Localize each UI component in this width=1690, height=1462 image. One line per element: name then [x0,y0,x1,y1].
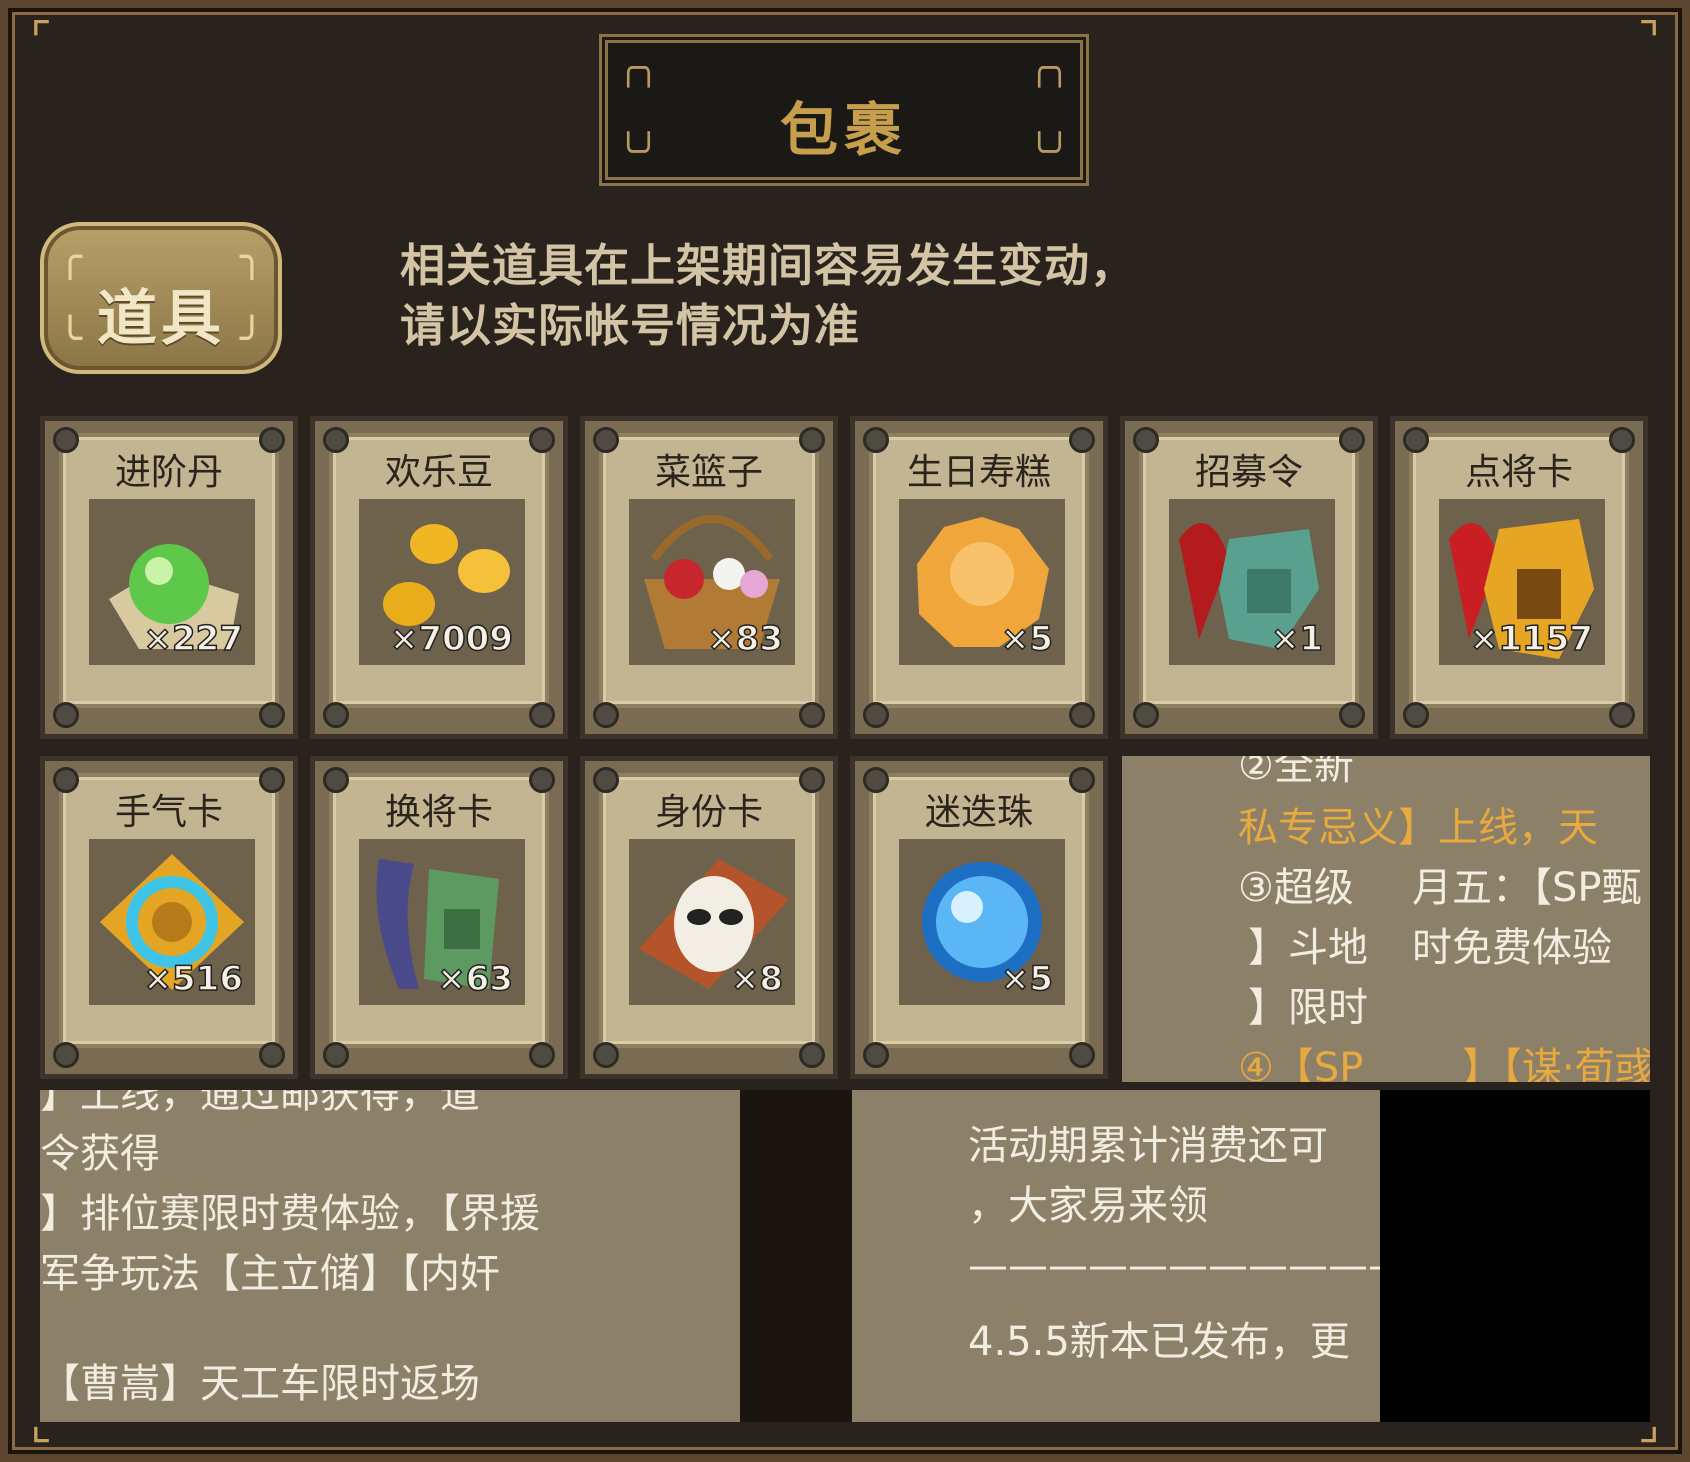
item-count: ×83 [706,618,783,660]
item-name: 手气卡 [114,792,223,833]
fragment-line: 私专忌义】上线，天 [1238,805,1598,851]
fragment-line: 令获得 [40,1131,160,1177]
swap-card-icon: ×63 [359,839,525,1005]
frame-stud-icon [323,1042,349,1068]
frame-stud-icon [259,702,285,728]
frame-stud-icon [323,702,349,728]
frame-stud-icon [529,702,555,728]
item-card[interactable]: 迷迭珠 ×5 [850,756,1108,1079]
fragment-line: 时免费体验 [1412,925,1612,971]
item-count: ×227 [143,618,244,660]
frame-stud-icon [1403,702,1429,728]
item-name: 进阶丹 [114,452,223,493]
scroll-ornament-icon: ╭╮ [618,48,659,88]
notice-text: 相关道具在上架期间容易发生变动， 请以实际帐号情况为准 [400,236,1136,356]
item-name: 菜篮子 [654,452,763,493]
frame-stud-icon [593,702,619,728]
general-card-icon: ×1157 [1439,499,1605,665]
frame-stud-icon [1069,702,1095,728]
item-name: 生日寿糕 [906,452,1051,493]
overlay-text-fragment: 】上线，通过邮获得，道 令获得 】排位赛限时费体验，【界援 军争玩法【主立储】【… [40,1090,740,1422]
luck-card-icon: ×516 [89,839,255,1005]
notice-line: 相关道具在上架期间容易发生变动， [400,239,1137,292]
frame-stud-icon [53,702,79,728]
item-count: ×1 [1270,618,1324,660]
blue-pearl-icon: ×5 [899,839,1065,1005]
page-title: 包裹 [779,96,908,164]
frame-stud-icon [259,1042,285,1068]
overlay-dark-fragment [740,1090,852,1422]
identity-mask-icon: ×8 [629,839,795,1005]
scroll-ornament-icon: ╭╮ [1029,48,1070,88]
recruit-token-icon: ×1 [1169,499,1335,665]
item-card[interactable]: 点将卡 ×1157 [1390,416,1648,739]
item-count: ×7009 [389,618,514,660]
frame-stud-icon [863,1042,889,1068]
tab-label: 道具 [97,284,225,354]
item-count: ×1157 [1469,618,1594,660]
corner-ornament-icon: ⌝ [1638,12,1660,66]
frame-stud-icon [799,1042,825,1068]
frame-stud-icon [863,702,889,728]
fragment-line: —————————————— [968,1243,1380,1289]
item-count: ×5 [1000,958,1054,1000]
item-card[interactable]: 换将卡 ×63 [310,756,568,1079]
item-count: ×63 [436,958,513,1000]
fragment-line: 】斗地 [1248,925,1368,971]
item-name: 招募令 [1194,452,1303,493]
title-plate: ╭╮ ╭╮ ╰╯ ╰╯ 包裹 [605,40,1083,180]
fragment-line: 4.5.5新本已发布，更 [968,1319,1350,1365]
birthday-cake-icon: ×5 [899,499,1065,665]
overlay-text-fragment: ②全新 私专忌义】上线，天 ③超级 月五：【SP甄 】斗地 时免费体验 】限时 … [1122,756,1650,1082]
fragment-line: 活动期累计消费还可 [968,1123,1328,1169]
fragment-line: ③超级 [1238,865,1354,911]
frame-stud-icon [53,1042,79,1068]
item-count: ×5 [1000,618,1054,660]
item-card[interactable]: 生日寿糕 ×5 [850,416,1108,739]
item-card[interactable]: 欢乐豆 ×7009 [310,416,568,739]
fragment-line: ②全新 [1238,756,1354,789]
item-name: 欢乐豆 [384,452,493,493]
item-name: 换将卡 [384,792,493,833]
item-count: ×8 [730,958,784,1000]
fragment-line: ，大家易来领 [968,1183,1208,1229]
fragment-line: 】【谋·荀彧 [1462,1045,1650,1082]
frame-stud-icon [1339,702,1365,728]
item-name: 身份卡 [654,792,763,833]
item-card[interactable]: 进阶丹 ×227 [40,416,298,739]
fragment-line: 】限时 [1248,985,1368,1031]
fragment-line: 】上线，通过邮获得，道 [40,1090,480,1117]
frame-stud-icon [1069,1042,1095,1068]
item-card[interactable]: 招募令 ×1 [1120,416,1378,739]
item-card[interactable]: 手气卡 ×516 [40,756,298,1079]
item-card[interactable]: 菜篮子 ×83 [580,416,838,739]
fragment-line: 月五：【SP甄 [1412,865,1642,911]
gold-beans-icon: ×7009 [359,499,525,665]
item-card[interactable]: 身份卡 ×8 [580,756,838,1079]
item-name: 迷迭珠 [924,792,1033,833]
fragment-line: 】排位赛限时费体验，【界援 [40,1191,540,1237]
corner-ornament-icon: ⌜ [30,12,52,66]
green-orb-icon: ×227 [89,499,255,665]
frame-stud-icon [1609,702,1635,728]
frame-stud-icon [1133,702,1159,728]
overlay-text-fragment: 活动期累计消费还可 ，大家易来领 —————————————— 4.5.5新本已… [852,1090,1380,1422]
frame-stud-icon [529,1042,555,1068]
tab-items[interactable]: ╭ ╮ ╰ ╯ 道具 [40,222,282,374]
fragment-line: 军争玩法【主立储】【内奸 [40,1251,500,1297]
item-count: ×516 [143,958,244,1000]
frame-stud-icon [799,702,825,728]
flower-basket-icon: ×83 [629,499,795,665]
empty-slot-area [1380,1090,1650,1422]
item-name: 点将卡 [1464,452,1573,493]
fragment-line: ④【SP [1238,1045,1364,1082]
frame-stud-icon [593,1042,619,1068]
fragment-line: 【曹嵩】天工车限时返场 [40,1361,480,1407]
notice-line: 请以实际帐号情况为准 [400,299,861,352]
